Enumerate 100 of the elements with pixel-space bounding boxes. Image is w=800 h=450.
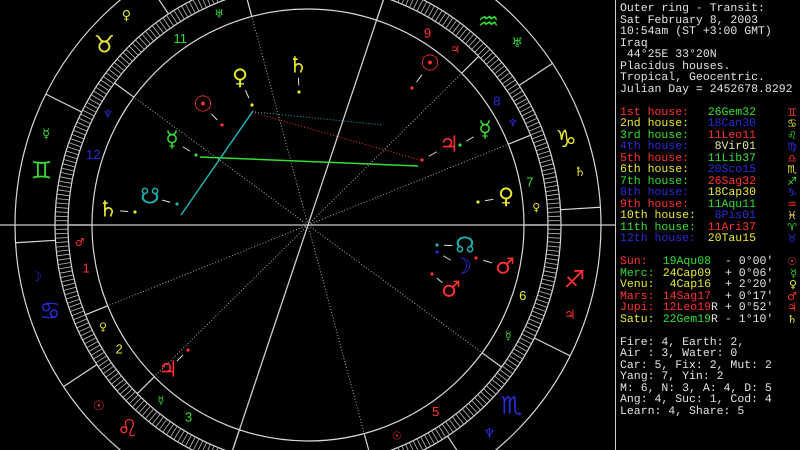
zodiac-sign-symbol: ♉ — [94, 30, 116, 59]
retrograde-mark: R — [711, 302, 719, 314]
house-position: 18Cap30 — [706, 187, 756, 198]
ruler-symbol: ♂ — [74, 236, 85, 250]
zodiac-sign-symbol: ♊ — [30, 156, 52, 185]
zodiac-sign-symbol: ♎ — [787, 152, 797, 164]
planet-offset: + 0°52' — [725, 302, 774, 314]
planet-position: 14Sag17 — [662, 290, 711, 302]
house-position: 8Pis01 — [714, 210, 756, 222]
planet-position: 24Cap09 — [662, 268, 711, 279]
planet-symbol: ☉ — [787, 256, 797, 268]
planet-offset: + 0°06' — [725, 268, 774, 279]
zodiac-sign-symbol: ♓ — [787, 210, 797, 222]
element-stats-line: Yang: 7, Yin: 2 — [620, 370, 724, 383]
house-position: 20Tau15 — [706, 233, 756, 244]
house-number: 7 — [526, 174, 534, 190]
zodiac-sign-symbol: ♉ — [787, 233, 797, 244]
ruler-symbol: ♀ — [532, 200, 540, 214]
ruler-symbol: ♆ — [102, 107, 113, 120]
house-number: 5 — [432, 404, 440, 419]
zodiac-sign-symbol: ♋ — [787, 118, 797, 130]
house-position: 20Sco15 — [706, 164, 756, 176]
house-number: 1 — [82, 260, 90, 276]
house-label: 7th house: — [620, 176, 690, 187]
house-label: 1st house: — [620, 106, 690, 118]
house-label: 2nd house: — [620, 118, 690, 130]
planet-symbol: ♀ — [788, 279, 797, 290]
ruler-symbol: ☉ — [392, 430, 402, 443]
planet-label: Venu: — [620, 279, 656, 290]
element-stats-line: Fire: 4, Earth: 2, — [620, 336, 744, 348]
ruler-symbol: ☿ — [42, 127, 50, 142]
ruler-symbol: ♀ — [99, 320, 108, 334]
ruler-symbol: ♆ — [484, 426, 496, 442]
house-position: 26Gem32 — [706, 106, 756, 118]
planet-label: Jupi: — [620, 302, 656, 314]
planet-symbol: ♂ — [787, 290, 797, 302]
zodiac-sign-symbol: ♈ — [787, 222, 797, 233]
zodiac-sign-symbol: ♑ — [787, 187, 797, 198]
house-number: 6 — [519, 288, 526, 303]
zodiac-sign-symbol: ♐ — [564, 265, 586, 294]
planet-label: Satu: — [620, 314, 656, 325]
ruler-symbol: ☉ — [93, 399, 105, 414]
zodiac-sign-symbol: ♐ — [787, 176, 797, 187]
chart-info-line: Julian Day = 2452678.8292 — [620, 82, 793, 96]
planet-label: Sun: — [620, 256, 649, 268]
element-stats-line: M: 6, N: 3, A: 4, D: 5 — [620, 382, 772, 394]
house-number: 8 — [493, 93, 500, 108]
zodiac-sign-symbol: ♌ — [787, 130, 797, 141]
ruler-symbol: ♄ — [574, 164, 586, 180]
zodiac-sign-symbol: ♏ — [500, 391, 522, 420]
ruler-symbol: ♃ — [450, 43, 460, 56]
house-label: 6th house: — [620, 164, 690, 176]
chart-info-line: 10:54am (ST +3:00 GMT) — [620, 25, 772, 38]
zodiac-sign-symbol: ♒ — [478, 7, 500, 36]
planet-position: 12Leo19 — [662, 302, 711, 314]
ruler-symbol: ☿ — [157, 394, 164, 407]
zodiac-sign-symbol: ♊ — [787, 106, 797, 118]
house-position: 26Sag32 — [706, 176, 756, 187]
element-stats-line: Ang: 4, Suc: 1, Cod: 4 — [620, 393, 772, 406]
house-number: 3 — [184, 409, 192, 424]
planet-symbol: ☿ — [790, 268, 797, 279]
house-label: 11th house: — [620, 222, 697, 233]
house-number: 12 — [86, 147, 100, 162]
ruler-symbol: ☿ — [504, 330, 512, 343]
zodiac-sign-symbol: ♋ — [39, 297, 61, 326]
planet-symbol: ♄ — [787, 314, 797, 325]
ruler-symbol: ♃ — [564, 308, 576, 323]
house-label: 10th house: — [620, 210, 697, 222]
house-label: 3rd house: — [620, 130, 690, 141]
ruler-symbol: ♅ — [511, 36, 523, 51]
house-position: 18Can30 — [706, 118, 756, 130]
zodiac-sign-symbol: ♏ — [787, 164, 797, 176]
retrograde-mark: R — [711, 314, 719, 325]
house-position: 11Ari37 — [706, 222, 756, 233]
planet-position: 19Aqu08 — [662, 256, 711, 268]
ruler-symbol: ♅ — [214, 7, 224, 20]
planet-symbol: ♃ — [787, 302, 797, 314]
planet-offset: + 2°20' — [725, 279, 774, 290]
ruler-symbol: ♀ — [122, 8, 132, 24]
house-number: 9 — [424, 26, 432, 41]
zodiac-sign-symbol: ♑ — [555, 124, 577, 153]
element-stats-line: Car: 5, Fix: 2, Mut: 2 — [620, 358, 772, 372]
house-label: 12th house: — [620, 233, 697, 244]
planet-position: 4Cap16 — [670, 279, 711, 290]
planet-label: Merc: — [620, 268, 656, 279]
house-label: 9th house: — [620, 198, 690, 210]
ruler-symbol: ♆ — [508, 116, 518, 130]
planet-offset: + 0°17' — [725, 290, 774, 302]
planet-offset: - 0°00' — [725, 256, 774, 268]
zodiac-sign-symbol: ♒ — [787, 198, 797, 210]
chart-info-line: Iraq — [620, 36, 648, 50]
house-position: 11Aqu11 — [706, 198, 756, 210]
planet-label: Mars: — [620, 290, 656, 302]
chart-info-line: Placidus houses. — [620, 60, 730, 72]
house-position: 8Vir01 — [714, 141, 756, 152]
planet-offset: - 1°10' — [725, 314, 774, 325]
ruler-symbol: ☽ — [30, 270, 42, 286]
zodiac-sign-symbol: ♍ — [787, 141, 797, 152]
chart-info-line: Sat February 8, 2003 — [620, 14, 758, 26]
house-label: 5th house: — [620, 152, 690, 164]
